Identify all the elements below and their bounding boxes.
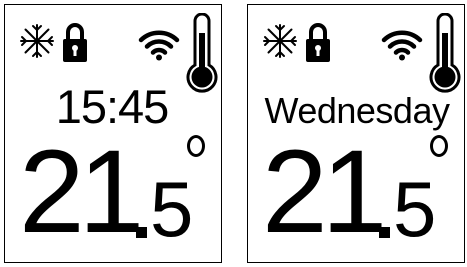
snowflake-icon [20,24,54,58]
degree-symbol [430,135,448,157]
decimal-point [136,227,147,238]
wifi-icon [381,30,423,61]
temperature-display: 21 5 [5,133,223,263]
snowflake-icon [263,24,297,58]
temperature-decimal: 5 [150,165,194,253]
degree-symbol [187,135,205,157]
temperature-decimal: 5 [393,165,437,253]
thermostat-screen-day: Wednesday 21 5 [247,4,465,263]
thermostat-screen-time: 15:45 21 5 [4,4,222,263]
decimal-point [379,227,390,238]
temperature-integer: 21 [262,126,387,258]
wifi-icon [138,30,180,61]
lock-icon [63,23,87,62]
lock-icon [306,23,330,62]
temperature-integer: 21 [19,126,144,258]
temperature-display: 21 5 [248,133,466,263]
